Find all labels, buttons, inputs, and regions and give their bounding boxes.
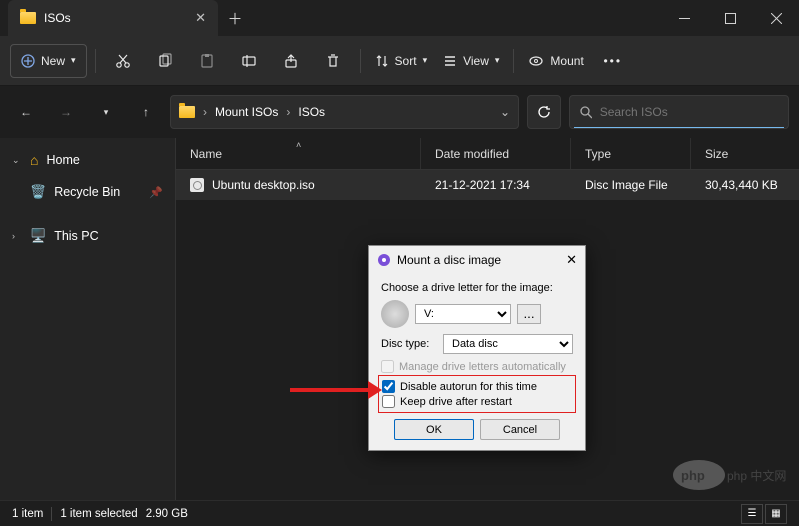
chevron-down-icon: ▾	[495, 55, 500, 66]
paste-button[interactable]	[188, 44, 226, 78]
file-type: Disc Image File	[571, 178, 691, 192]
minimize-button[interactable]	[661, 0, 707, 36]
recent-button[interactable]: ▾	[90, 96, 122, 128]
more-button[interactable]: •••	[594, 44, 632, 78]
new-label: New	[41, 54, 65, 68]
sort-label: Sort	[395, 54, 417, 68]
new-button[interactable]: New ▾	[10, 44, 87, 78]
choose-drive-label: Choose a drive letter for the image:	[381, 282, 573, 294]
sidebar-item-this-pc[interactable]: › 🖥️ This PC	[0, 220, 175, 252]
forward-button[interactable]: →	[50, 96, 82, 128]
mount-button[interactable]: Mount	[522, 44, 589, 78]
search-input[interactable]	[600, 105, 778, 119]
status-selected-count: 1 item selected	[60, 508, 137, 520]
copy-button[interactable]	[146, 44, 184, 78]
pin-icon: 📌	[149, 186, 163, 199]
sidebar-label: Recycle Bin	[54, 185, 120, 199]
chevron-right-icon: ›	[12, 231, 22, 241]
chevron-right-icon: ›	[203, 105, 207, 119]
disc-type-select[interactable]: Data disc	[443, 334, 573, 354]
mount-label: Mount	[550, 54, 583, 68]
folder-icon	[20, 12, 36, 24]
disable-autorun-checkbox[interactable]: Disable autorun for this time	[382, 380, 572, 393]
back-button[interactable]: ←	[10, 96, 42, 128]
folder-icon	[179, 106, 195, 118]
drive-letter-select[interactable]: V:	[415, 304, 511, 324]
breadcrumb-segment[interactable]: ISOs	[298, 105, 325, 119]
status-selected-size: 2.90 GB	[146, 508, 188, 520]
file-name: Ubuntu desktop.iso	[212, 178, 315, 192]
file-date: 21-12-2021 17:34	[421, 178, 571, 192]
view-button[interactable]: View ▾	[437, 44, 505, 78]
address-bar[interactable]: › Mount ISOs › ISOs ⌄	[170, 95, 519, 129]
delete-button[interactable]	[314, 44, 352, 78]
cut-button[interactable]	[104, 44, 142, 78]
keep-drive-checkbox[interactable]: Keep drive after restart	[382, 395, 572, 408]
chevron-right-icon: ›	[286, 105, 290, 119]
browse-button[interactable]: ...	[517, 304, 541, 324]
chevron-down-icon: ▾	[71, 55, 76, 66]
column-header-size[interactable]: Size	[691, 138, 799, 169]
mount-disc-image-dialog: Mount a disc image ✕ Choose a drive lett…	[368, 245, 586, 451]
disc-type-label: Disc type:	[381, 338, 437, 350]
breadcrumb-segment[interactable]: Mount ISOs	[215, 105, 278, 119]
table-row[interactable]: Ubuntu desktop.iso 21-12-2021 17:34 Disc…	[176, 170, 799, 200]
sidebar-item-recycle-bin[interactable]: 🗑️ Recycle Bin 📌	[0, 176, 175, 208]
new-tab-button[interactable]: ＋	[218, 1, 252, 35]
up-button[interactable]: ↑	[130, 96, 162, 128]
rename-button[interactable]	[230, 44, 268, 78]
search-icon	[580, 106, 592, 119]
pc-icon: 🖥️	[30, 228, 46, 244]
file-size: 30,43,440 KB	[691, 178, 799, 192]
thumbnails-view-toggle[interactable]: ▦	[765, 504, 787, 524]
disc-icon	[381, 300, 409, 328]
iso-file-icon	[190, 178, 204, 192]
column-header-type[interactable]: Type	[571, 138, 691, 169]
column-header-date[interactable]: Date modified	[421, 138, 571, 169]
close-tab-button[interactable]: ✕	[195, 10, 206, 26]
highlight-annotation: Disable autorun for this time Keep drive…	[378, 375, 576, 413]
refresh-button[interactable]	[527, 95, 561, 129]
chevron-down-icon: ⌄	[12, 155, 22, 166]
recycle-bin-icon: 🗑️	[30, 184, 46, 200]
sidebar-label: Home	[46, 153, 79, 167]
home-icon: ⌂	[30, 152, 38, 168]
sort-indicator-icon: ˄	[296, 140, 301, 150]
chevron-down-icon: ▾	[423, 55, 428, 66]
sidebar-label: This PC	[54, 229, 98, 243]
sidebar-item-home[interactable]: ⌄ ⌂ Home	[0, 144, 175, 176]
manage-drives-checkbox: Manage drive letters automatically	[381, 360, 573, 373]
sort-button[interactable]: Sort ▾	[369, 44, 434, 78]
search-box[interactable]	[569, 95, 789, 129]
cancel-button[interactable]: Cancel	[480, 419, 560, 440]
maximize-button[interactable]	[707, 0, 753, 36]
dialog-close-button[interactable]: ✕	[566, 252, 577, 268]
ok-button[interactable]: OK	[394, 419, 474, 440]
status-item-count: 1 item	[12, 508, 43, 520]
close-window-button[interactable]	[753, 0, 799, 36]
share-button[interactable]	[272, 44, 310, 78]
app-icon	[377, 253, 391, 267]
chevron-down-icon[interactable]: ⌄	[500, 105, 510, 119]
active-tab[interactable]: ISOs ✕	[8, 0, 218, 36]
tab-title: ISOs	[44, 11, 71, 25]
details-view-toggle[interactable]: ☰	[741, 504, 763, 524]
view-label: View	[463, 54, 489, 68]
dialog-title: Mount a disc image	[397, 253, 501, 267]
